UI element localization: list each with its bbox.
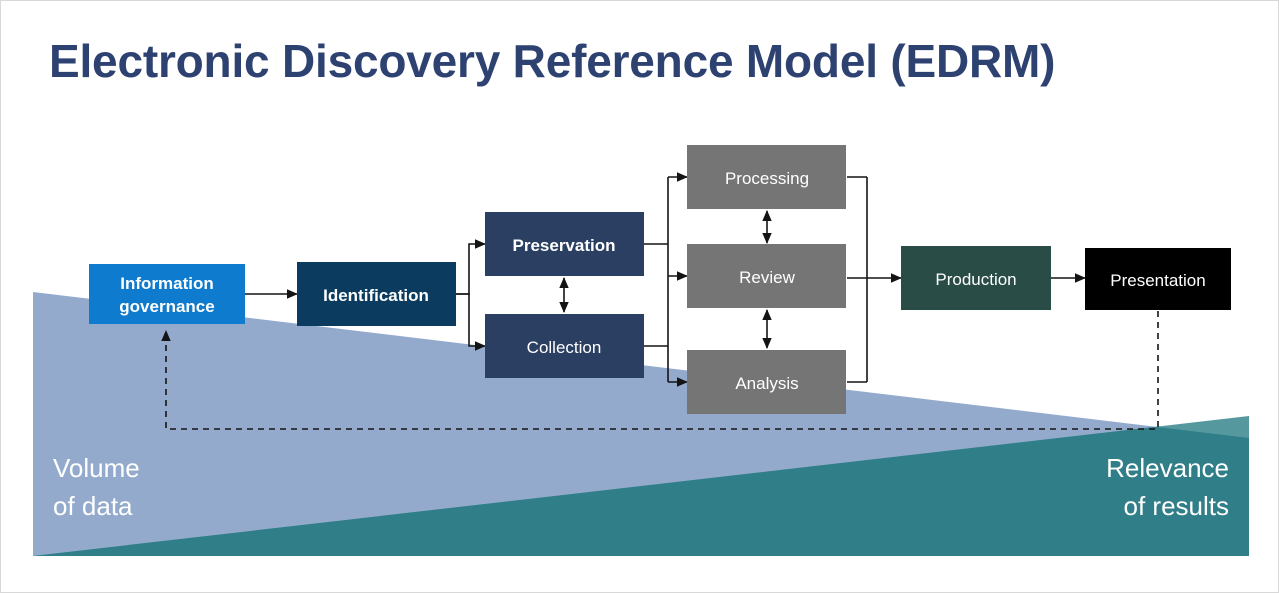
volume-of-data-label-line2: of data [53, 491, 133, 521]
connector-identification-to-preservation [456, 239, 486, 295]
stage-box-collection[interactable]: Collection [485, 314, 644, 378]
relevance-of-results-label-line2: of results [1124, 491, 1230, 521]
stage-label-analysis: Analysis [735, 374, 798, 393]
stage-label-presentation: Presentation [1110, 271, 1205, 290]
stage-label-collection: Collection [527, 338, 602, 357]
stage-box-review[interactable]: Review [687, 244, 846, 308]
volume-of-data-label-line1: Volume [53, 453, 140, 483]
stage-label-review: Review [739, 268, 795, 287]
edrm-diagram-page: Electronic Discovery Reference Model (ED… [0, 0, 1279, 593]
stage-label-preservation: Preservation [513, 236, 616, 255]
stage-box-production[interactable]: Production [901, 246, 1051, 310]
stage-box-preservation[interactable]: Preservation [485, 212, 644, 276]
relevance-of-results-label-line1: Relevance [1106, 453, 1229, 483]
stage-label-information-governance-line1: Information [120, 274, 214, 293]
stage-label-processing: Processing [725, 169, 809, 188]
stage-label-production: Production [935, 270, 1016, 289]
stage-label-identification: Identification [323, 286, 429, 305]
stage-box-presentation[interactable]: Presentation [1085, 248, 1231, 310]
edrm-diagram-canvas: Electronic Discovery Reference Model (ED… [33, 35, 1249, 556]
stage-box-processing[interactable]: Processing [687, 145, 846, 209]
page-title: Electronic Discovery Reference Model (ED… [49, 35, 1055, 87]
connector-identification-to-collection [456, 293, 486, 351]
stage-box-identification[interactable]: Identification [297, 262, 456, 326]
stage-label-information-governance-line2: governance [119, 297, 214, 316]
stage-box-information-governance[interactable]: Information governance [89, 264, 245, 324]
stage-box-analysis[interactable]: Analysis [687, 350, 846, 414]
